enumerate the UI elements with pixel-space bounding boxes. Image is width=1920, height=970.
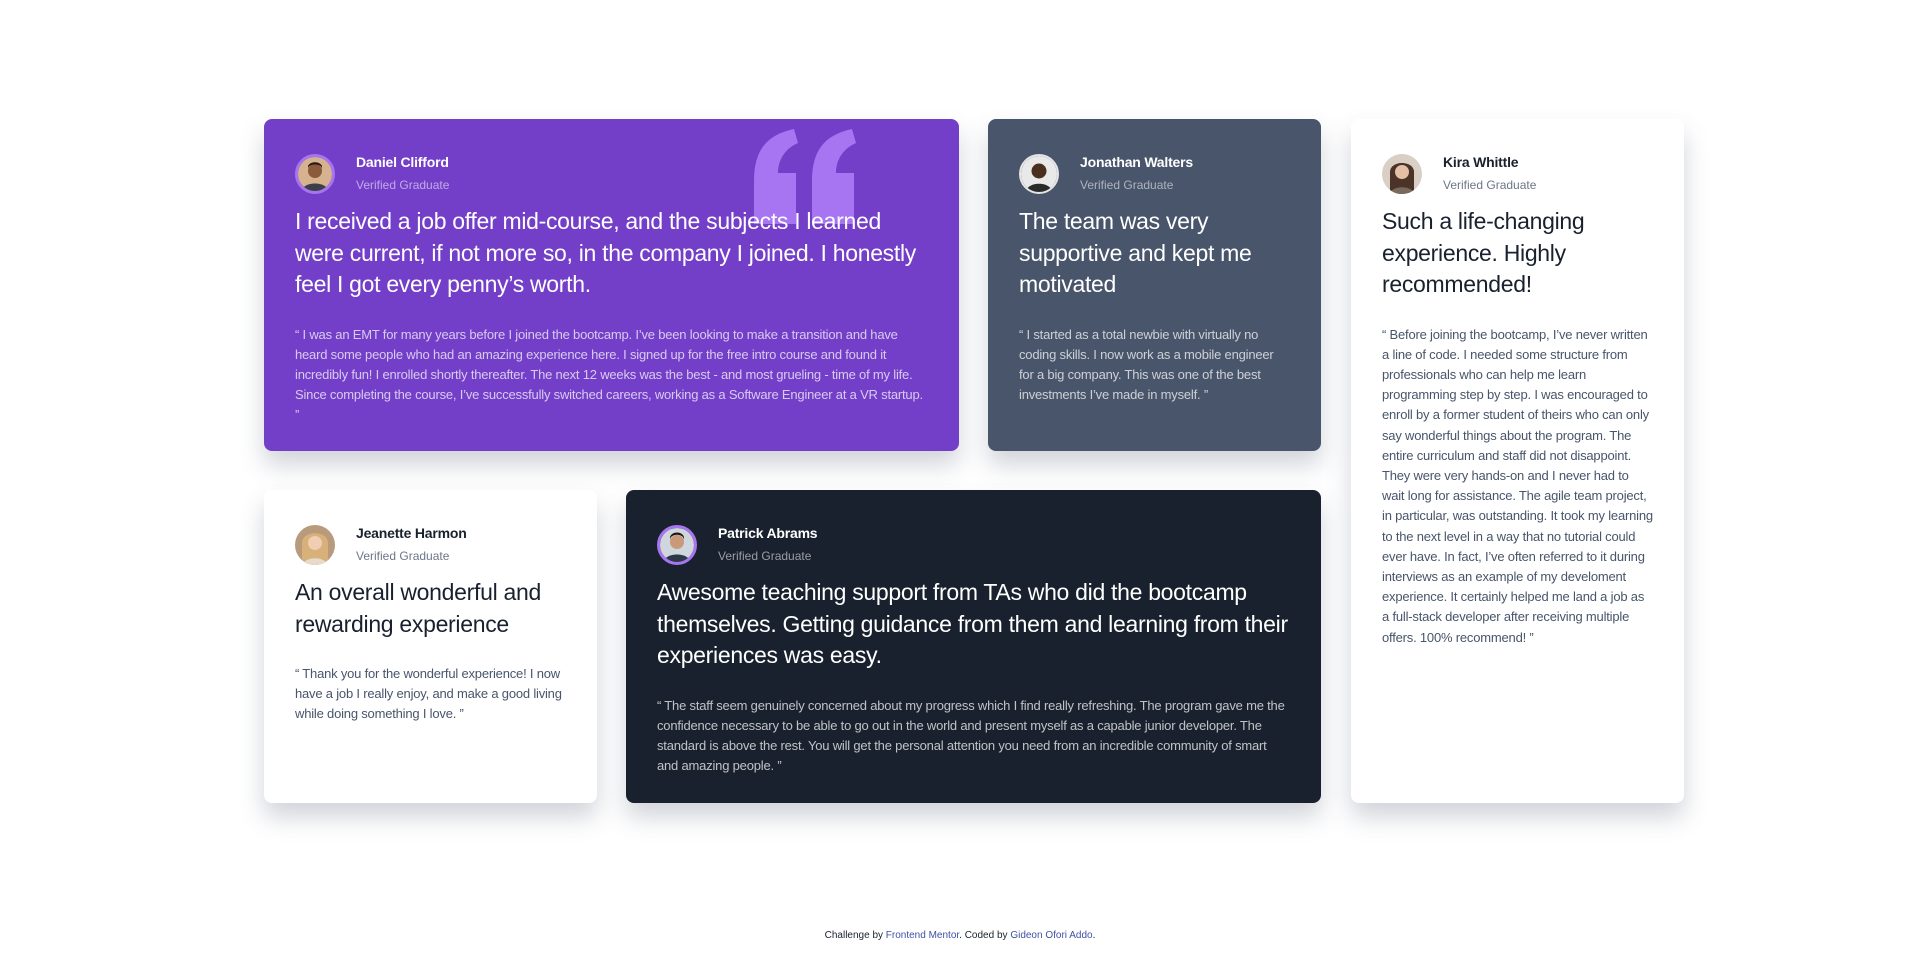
- author-role: Verified Graduate: [1080, 178, 1174, 192]
- author-name: Jeanette Harmon: [356, 525, 467, 541]
- testimonial-card-jeanette: Jeanette Harmon Verified Graduate An ove…: [264, 490, 597, 803]
- avatar-kira: [1382, 153, 1422, 194]
- avatar-jonathan: [1019, 153, 1059, 194]
- author-block: Jonathan Walters Verified Graduate: [1019, 153, 1291, 194]
- testimonial-quote: “ The staff seem genuinely concerned abo…: [657, 697, 1285, 774]
- testimonial-card-daniel: Daniel Clifford Verified Graduate I rece…: [264, 119, 959, 451]
- frontend-mentor-link[interactable]: Frontend Mentor: [886, 930, 959, 941]
- author-name: Patrick Abrams: [718, 525, 818, 541]
- attribution-prefix: Challenge by: [824, 930, 886, 941]
- testimonial-quote: “ I was an EMT for many years before I j…: [295, 326, 923, 423]
- author-block: Patrick Abrams Verified Graduate: [657, 524, 1291, 565]
- testimonial-card-patrick: Patrick Abrams Verified Graduate Awesome…: [626, 490, 1321, 803]
- author-role: Verified Graduate: [1443, 178, 1537, 192]
- testimonial-headline: Such a life-changing experience. Highly …: [1382, 208, 1585, 297]
- avatar-daniel: [295, 153, 335, 194]
- testimonial-headline: An overall wonderful and rewarding exper…: [295, 579, 541, 637]
- avatar-jeanette: [295, 524, 335, 565]
- testimonial-card-kira: Kira Whittle Verified Graduate Such a li…: [1351, 119, 1684, 803]
- author-block: Kira Whittle Verified Graduate: [1382, 153, 1654, 194]
- avatar-patrick: [657, 524, 697, 565]
- author-role: Verified Graduate: [718, 549, 812, 563]
- testimonial-headline: The team was very supportive and kept me…: [1019, 208, 1252, 297]
- author-name: Daniel Clifford: [356, 154, 449, 170]
- author-name: Kira Whittle: [1443, 154, 1519, 170]
- attribution-middle: . Coded by: [959, 930, 1011, 941]
- attribution-suffix: .: [1092, 930, 1096, 941]
- author-block: Jeanette Harmon Verified Graduate: [295, 524, 567, 565]
- author-role: Verified Graduate: [356, 178, 450, 192]
- testimonial-quote: “ Thank you for the wonderful experience…: [295, 666, 562, 722]
- testimonial-card-jonathan: Jonathan Walters Verified Graduate The t…: [988, 119, 1321, 451]
- author-block: Daniel Clifford Verified Graduate: [295, 153, 929, 194]
- author-name: Jonathan Walters: [1080, 154, 1193, 170]
- testimonial-quote: “ I started as a total newbie with virtu…: [1019, 326, 1274, 403]
- testimonial-headline: I received a job offer mid-course, and t…: [295, 208, 916, 297]
- testimonial-headline: Awesome teaching support from TAs who di…: [657, 579, 1288, 668]
- author-role: Verified Graduate: [356, 549, 450, 563]
- testimonial-quote: “ Before joining the bootcamp, I’ve neve…: [1382, 326, 1653, 645]
- author-link[interactable]: Gideon Ofori Addo: [1010, 930, 1092, 941]
- attribution: Challenge by Frontend Mentor. Coded by G…: [0, 930, 1920, 941]
